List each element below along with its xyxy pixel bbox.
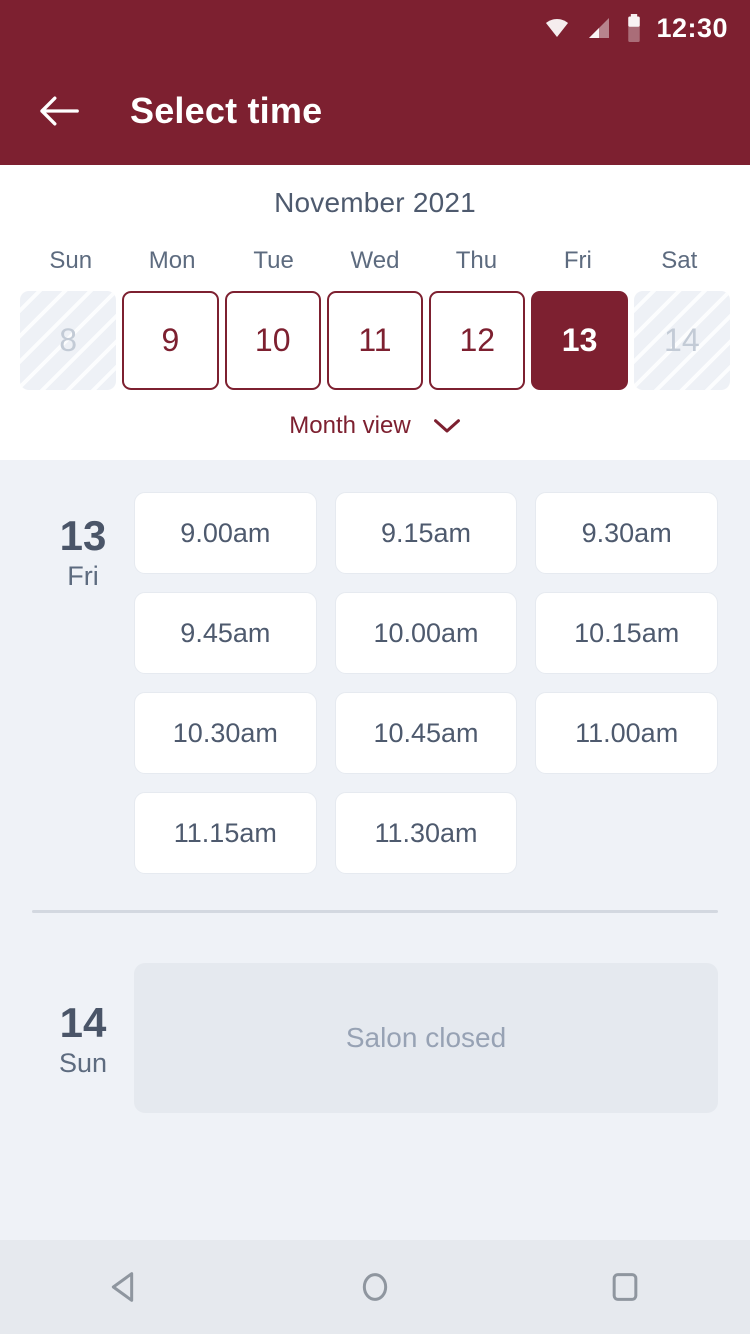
day-number: 14 bbox=[59, 999, 107, 1046]
salon-closed-message: Salon closed bbox=[134, 963, 718, 1113]
page-title: Select time bbox=[130, 89, 323, 131]
day-group: 13 Fri 9.00am 9.15am 9.30am 9.45am 10.00… bbox=[0, 460, 750, 874]
weekday-label: Tue bbox=[253, 247, 294, 274]
time-slot[interactable]: 10.30am bbox=[134, 692, 317, 774]
android-nav-bar bbox=[0, 1240, 750, 1334]
calendar-month-title: November 2021 bbox=[274, 187, 476, 218]
battery-icon bbox=[626, 14, 642, 42]
weekday-label: Fri bbox=[563, 247, 592, 274]
calendar-day-row: 8 9 10 11 12 13 14 bbox=[0, 291, 750, 390]
calendar-day-cell[interactable]: 12 bbox=[429, 291, 526, 390]
calendar-weekday-header: Sun Mon Tue Wed Thu Fri Sat bbox=[0, 247, 750, 275]
calendar-day-cell-selected[interactable]: 13 bbox=[531, 291, 628, 390]
weekday-label: Thu bbox=[455, 247, 498, 274]
cellular-signal-icon bbox=[586, 16, 612, 40]
slots-content: 13 Fri 9.00am 9.15am 9.30am 9.45am 10.00… bbox=[0, 460, 750, 1113]
weekday-label: Wed bbox=[350, 247, 400, 274]
time-slot[interactable]: 10.00am bbox=[334, 592, 518, 674]
day-group: 14 Sun Salon closed bbox=[0, 913, 750, 1113]
circle-home-icon bbox=[362, 1273, 388, 1301]
time-slot[interactable]: 9.45am bbox=[134, 592, 317, 674]
weekday-label: Sat bbox=[661, 247, 698, 274]
calendar-day-cell[interactable]: 10 bbox=[224, 291, 321, 390]
calendar-day-cell[interactable]: 9 bbox=[122, 291, 219, 390]
calendar-day-cell[interactable]: 11 bbox=[326, 291, 424, 390]
time-slot[interactable]: 9.00am bbox=[134, 492, 317, 574]
day-group-label: 13 Fri bbox=[32, 492, 134, 874]
home-nav-button[interactable] bbox=[330, 1242, 420, 1332]
time-slot[interactable]: 11.15am bbox=[134, 792, 317, 874]
time-slot[interactable]: 11.30am bbox=[334, 792, 518, 874]
back-button[interactable] bbox=[36, 89, 80, 133]
square-recents-icon bbox=[612, 1273, 638, 1301]
triangle-back-icon bbox=[111, 1272, 134, 1302]
weekday-label: Sun bbox=[49, 247, 93, 274]
month-view-label: Month view bbox=[289, 412, 411, 439]
status-bar-clock: 12:30 bbox=[656, 12, 728, 43]
time-slot[interactable]: 10.45am bbox=[334, 692, 518, 774]
time-slot[interactable]: 10.15am bbox=[535, 592, 718, 674]
calendar-panel: November 2021 Sun Mon Tue Wed Thu Fri Sa… bbox=[0, 165, 750, 460]
time-slot[interactable]: 9.30am bbox=[535, 492, 718, 574]
day-name: Fri bbox=[67, 561, 99, 592]
time-slot-grid: 9.00am 9.15am 9.30am 9.45am 10.00am 10.1… bbox=[134, 492, 718, 874]
closed-slot-area: Salon closed bbox=[134, 963, 718, 1113]
back-nav-button[interactable] bbox=[80, 1242, 170, 1332]
status-bar: 12:30 bbox=[0, 0, 750, 56]
time-slot[interactable]: 11.00am bbox=[535, 692, 718, 774]
day-name: Sun bbox=[58, 1048, 108, 1079]
wifi-icon bbox=[542, 16, 572, 40]
calendar-day-cell: 14 bbox=[633, 291, 730, 390]
app-bar: Select time bbox=[0, 56, 750, 165]
chevron-down-icon bbox=[433, 418, 460, 432]
weekday-label: Mon bbox=[148, 247, 196, 274]
back-arrow-icon bbox=[40, 96, 79, 125]
day-group-label: 14 Sun bbox=[32, 963, 134, 1113]
day-number: 13 bbox=[59, 512, 107, 559]
recents-nav-button[interactable] bbox=[580, 1242, 670, 1332]
month-view-toggle[interactable]: Month view bbox=[0, 412, 750, 440]
calendar-day-cell: 8 bbox=[20, 291, 117, 390]
time-slot[interactable]: 9.15am bbox=[334, 492, 518, 574]
